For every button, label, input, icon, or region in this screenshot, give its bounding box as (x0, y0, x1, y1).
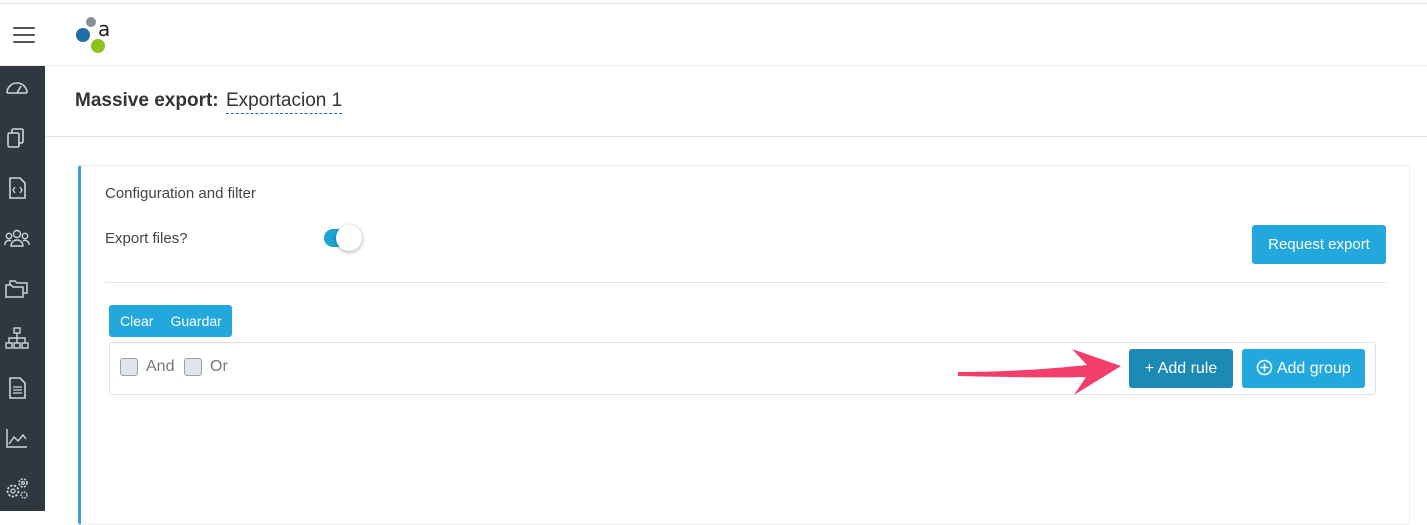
add-rule-button[interactable]: + Add rule (1129, 349, 1233, 388)
users-icon[interactable] (4, 225, 30, 251)
documents-icon[interactable] (4, 125, 30, 151)
or-label: Or (210, 358, 228, 375)
add-group-label: Add group (1276, 360, 1351, 377)
divider (105, 282, 1386, 283)
settings-icon[interactable] (4, 475, 30, 501)
sidebar (0, 66, 45, 511)
app-logo[interactable]: a (74, 14, 116, 56)
and-condition[interactable]: And (120, 358, 174, 376)
and-checkbox[interactable] (120, 358, 138, 376)
chart-icon[interactable] (4, 425, 30, 451)
plus-circle-icon (1257, 359, 1273, 376)
dashboard-icon[interactable] (4, 76, 30, 102)
app-header: a (0, 4, 1427, 66)
export-files-label: Export files? (105, 230, 188, 247)
rule-builder: And Or + Add rule Add group (109, 342, 1376, 395)
hierarchy-icon[interactable] (4, 325, 30, 351)
hamburger-icon[interactable] (13, 27, 35, 43)
export-name-editable[interactable]: Exportacion 1 (226, 90, 343, 114)
guardar-button[interactable]: Guardar (160, 305, 231, 337)
or-checkbox[interactable] (184, 358, 202, 376)
code-file-icon[interactable] (4, 175, 30, 201)
page-title: Massive export: (75, 90, 219, 111)
pointer-arrow-annotation (958, 349, 1121, 395)
clear-button[interactable]: Clear (109, 305, 160, 337)
logo-letter: a (98, 17, 110, 41)
page-title-bar: Massive export: Exportacion 1 (45, 66, 1427, 137)
filter-actions-group: Clear Guardar (109, 305, 232, 337)
folders-icon[interactable] (4, 275, 30, 301)
panel-heading: Configuration and filter (105, 185, 256, 202)
and-label: And (146, 358, 175, 375)
or-condition[interactable]: Or (184, 358, 228, 376)
request-export-button[interactable]: Request export (1252, 225, 1386, 264)
export-files-toggle[interactable] (324, 225, 362, 251)
configuration-panel: Configuration and filter Export files? R… (78, 165, 1410, 525)
add-group-button[interactable]: Add group (1242, 349, 1365, 388)
document-icon[interactable] (4, 375, 30, 401)
